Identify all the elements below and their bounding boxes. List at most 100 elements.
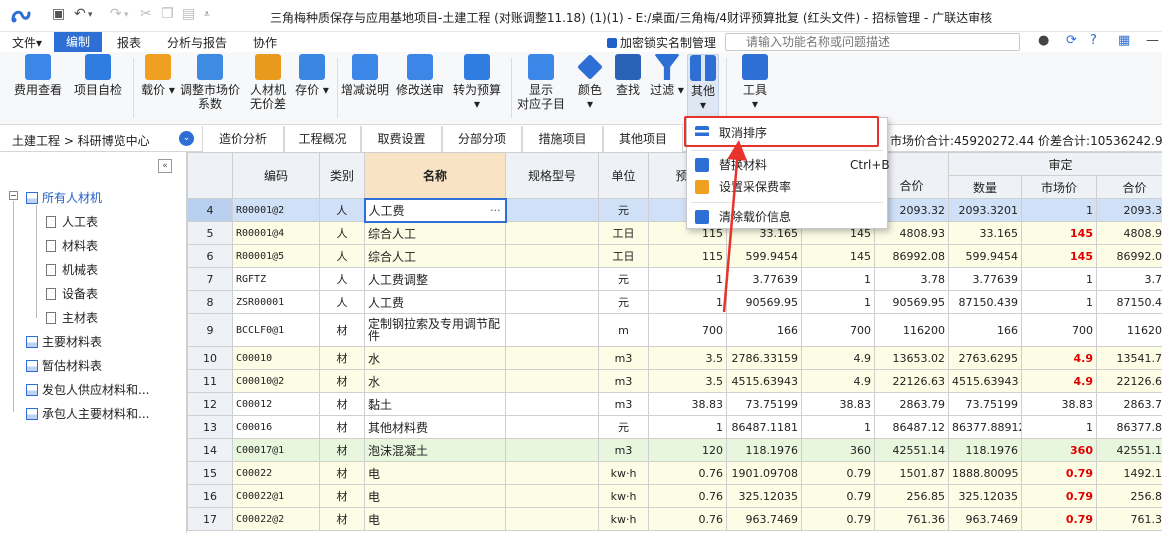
cell-total[interactable]: 13653.02 xyxy=(874,346,949,370)
tree-item-contractor-materials[interactable]: 承包人主要材料和... xyxy=(26,405,149,422)
project-check-button[interactable]: 项目自检 xyxy=(71,54,125,97)
tab-cost-analysis[interactable]: 造价分析 xyxy=(202,126,284,152)
cell-code[interactable]: C00012 xyxy=(232,392,320,416)
cell-budget[interactable]: 1 xyxy=(648,415,727,439)
table-row[interactable]: 4 R00001@2 人人工费 ··· 元 2093.32 2093.3201 1 2093.3… xyxy=(187,197,1162,223)
cell-code[interactable]: R00001@4 xyxy=(232,221,320,245)
cell-code[interactable]: C00016 xyxy=(232,415,320,439)
cell-code[interactable]: C00017@1 xyxy=(232,438,320,462)
cell-price[interactable]: 4.9 xyxy=(801,346,875,370)
cell-approved-total[interactable]: 256.85 xyxy=(1095,484,1162,508)
color-button[interactable]: 颜色 ▾ xyxy=(574,54,606,111)
cell-unit[interactable]: 元 xyxy=(598,290,649,314)
cell-spec[interactable] xyxy=(505,198,599,222)
save-icon[interactable]: ▣ xyxy=(52,6,65,22)
table-row[interactable]: 15 C00022 材电 kw·h 0.76 1901.09708 0.79 1501.87 1… xyxy=(187,461,1162,485)
cell-code[interactable]: BCCLF0@1 xyxy=(232,313,320,347)
show-subitem-button[interactable]: 显示 对应子目 xyxy=(515,54,567,111)
table-row[interactable]: 6 R00001@5 人综合人工 工日 115 599.9454 145 86992.08 59… xyxy=(187,244,1162,268)
table-row[interactable]: 9 BCCLF0@1 材定制钢拉索及专用调节配件 m 700 166 700 116200 16… xyxy=(187,313,1162,347)
tree-item-all-materials[interactable]: 所有人材机 xyxy=(26,189,102,206)
undo-dropdown-icon[interactable]: ▾ xyxy=(88,10,93,20)
cell-name[interactable]: 水 xyxy=(364,369,506,393)
cell-approved-total[interactable]: 42551.14 xyxy=(1095,438,1162,462)
cell-spec[interactable] xyxy=(505,267,599,291)
table-row[interactable]: 11 C00010@2 材水 m3 3.5 4515.63943 4.9 22126.63 45… xyxy=(187,369,1162,393)
cell-unit[interactable]: m xyxy=(598,313,649,347)
tree-collapse-icon[interactable]: − xyxy=(9,191,18,200)
cell-price[interactable]: 0.79 xyxy=(801,461,875,485)
cell-approved-qty[interactable]: 33.165 xyxy=(948,221,1022,245)
cell-approved-price[interactable]: 4.9 xyxy=(1021,369,1097,393)
cell-budget[interactable]: 120 xyxy=(648,438,727,462)
table-row[interactable]: 10 C00010 材水 m3 3.5 2786.33159 4.9 13653.02 2763… xyxy=(187,346,1162,370)
cell-category[interactable]: 材 xyxy=(319,484,365,508)
cell-qty[interactable]: 963.7469 xyxy=(726,507,802,531)
cell-approved-qty[interactable]: 3.77639 xyxy=(948,267,1022,291)
cut-icon[interactable]: ✂ xyxy=(140,6,152,22)
cell-code[interactable]: C00022@2 xyxy=(232,507,320,531)
menu-file[interactable]: 文件▾ xyxy=(10,34,44,52)
cell-spec[interactable] xyxy=(505,438,599,462)
adjust-market-price-button[interactable]: 调整市场价 系数 xyxy=(178,54,242,111)
cell-approved-price[interactable]: 145 xyxy=(1021,221,1097,245)
cell-category[interactable]: 人 xyxy=(319,290,365,314)
cell-budget[interactable]: 1 xyxy=(648,290,727,314)
tree-item-labor[interactable]: 人工表 xyxy=(46,213,98,230)
cell-qty[interactable]: 118.1976 xyxy=(726,438,802,462)
cell-budget[interactable]: 3.5 xyxy=(648,369,727,393)
cell-approved-price[interactable]: 1 xyxy=(1021,290,1097,314)
cell-approved-total[interactable]: 761.36 xyxy=(1095,507,1162,531)
table-row[interactable]: 5 R00001@4 人综合人工 工日 115 33.165 145 4808.93 33.16… xyxy=(187,221,1162,245)
apps-grid-icon[interactable]: ▦ xyxy=(1118,33,1130,48)
cell-budget[interactable]: 700 xyxy=(648,313,727,347)
cell-name[interactable]: 人工费 xyxy=(364,290,506,314)
table-row[interactable]: 7RGFTZ人人工费调整元13.7763913.783.7763913.78 xyxy=(187,267,1162,291)
cell-approved-qty[interactable]: 118.1976 xyxy=(948,438,1022,462)
cell-category[interactable]: 材 xyxy=(319,507,365,531)
cell-category[interactable]: 人 xyxy=(319,267,365,291)
cell-qty[interactable]: 2786.33159 xyxy=(726,346,802,370)
menu-analysis[interactable]: 分析与报告 xyxy=(165,34,229,52)
cell-qty[interactable]: 1901.09708 xyxy=(726,461,802,485)
save-price-button[interactable]: 存价 ▾ xyxy=(294,54,330,97)
find-button[interactable]: 查找 xyxy=(612,54,644,97)
cell-name[interactable]: 水 xyxy=(364,346,506,370)
cell-approved-price[interactable]: 360 xyxy=(1021,438,1097,462)
cell-category[interactable]: 材 xyxy=(319,346,365,370)
cell-name[interactable]: 综合人工 xyxy=(364,244,506,268)
more-options-icon[interactable]: ··· xyxy=(490,204,501,217)
cell-total[interactable]: 1501.87 xyxy=(874,461,949,485)
cell-price[interactable]: 1 xyxy=(801,290,875,314)
tree-item-machinery[interactable]: 机械表 xyxy=(46,261,98,278)
col-header-spec[interactable]: 规格型号 xyxy=(505,152,599,199)
cell-code[interactable]: RGFTZ xyxy=(232,267,320,291)
sync-icon[interactable]: ⟳ xyxy=(1066,33,1077,48)
other-button[interactable]: 其他 ▾ xyxy=(687,54,719,120)
cell-unit[interactable]: kw·h xyxy=(598,484,649,508)
tree-item-equipment[interactable]: 设备表 xyxy=(46,285,98,302)
no-price-diff-button[interactable]: 人材机 无价差 xyxy=(246,54,290,111)
cell-qty[interactable]: 4515.63943 xyxy=(726,369,802,393)
cell-category[interactable]: 材 xyxy=(319,461,365,485)
cell-budget[interactable]: 1 xyxy=(648,267,727,291)
cell-unit[interactable]: 工日 xyxy=(598,221,649,245)
cell-code[interactable]: C00022@1 xyxy=(232,484,320,508)
menu-item-set-fee-rate[interactable]: 设置采保费率 xyxy=(687,176,887,198)
cell-approved-price[interactable]: 0.79 xyxy=(1021,484,1097,508)
cell-budget[interactable]: 0.76 xyxy=(648,484,727,508)
cell-unit[interactable]: m3 xyxy=(598,438,649,462)
cell-approved-total[interactable]: 87150.44 xyxy=(1095,290,1162,314)
cell-approved-qty[interactable]: 2093.3201 xyxy=(948,198,1022,222)
col-header-code[interactable]: 编码 xyxy=(232,152,320,199)
cell-approved-qty[interactable]: 2763.6295 xyxy=(948,346,1022,370)
col-header-unit[interactable]: 单位 xyxy=(598,152,649,199)
cell-spec[interactable] xyxy=(505,392,599,416)
cell-approved-qty[interactable]: 599.9454 xyxy=(948,244,1022,268)
convert-budget-button[interactable]: 转为预算 ▾ xyxy=(450,54,504,111)
cell-price[interactable]: 38.83 xyxy=(801,392,875,416)
cell-total[interactable]: 3.78 xyxy=(874,267,949,291)
filter-button[interactable]: 过滤 ▾ xyxy=(650,54,684,97)
cell-name[interactable]: 电 xyxy=(364,507,506,531)
cell-approved-total[interactable]: 22126.63 xyxy=(1095,369,1162,393)
